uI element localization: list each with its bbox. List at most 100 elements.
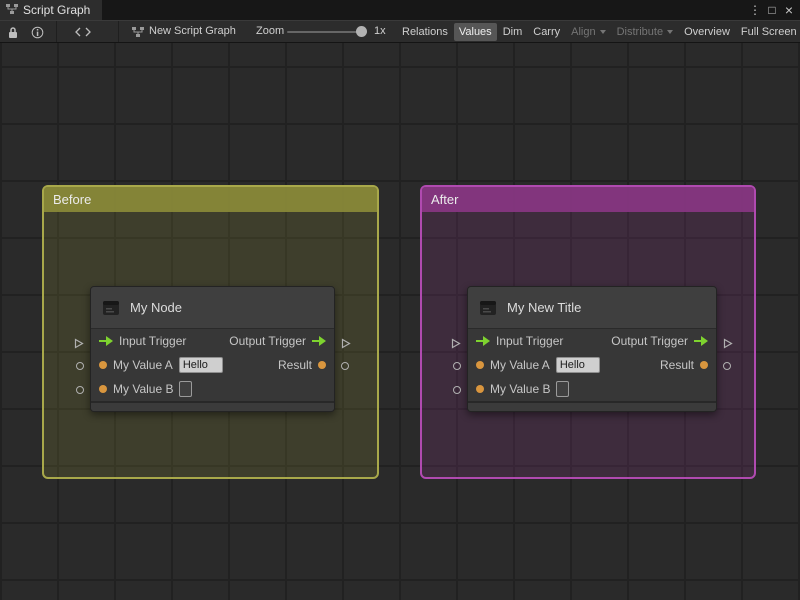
- value-a-port[interactable]: My Value A: [99, 357, 223, 373]
- node-header[interactable]: My New Title: [468, 287, 716, 329]
- value-b-input[interactable]: [179, 381, 193, 397]
- tab-bar: Script Graph ⋮ □ ×: [0, 0, 800, 20]
- result-port[interactable]: Result: [278, 358, 326, 372]
- value-port-icon: [700, 361, 708, 369]
- output-trigger-port[interactable]: Output Trigger: [611, 334, 708, 348]
- port-label: Result: [659, 358, 694, 372]
- value-row: My Value B: [91, 377, 334, 401]
- value-port-icon: [476, 361, 484, 369]
- port-label: Input Trigger: [119, 334, 187, 348]
- value-row: My Value B: [468, 377, 716, 401]
- graph-icon: [6, 3, 18, 18]
- maximize-icon[interactable]: □: [764, 1, 780, 19]
- port-label: My Value A: [490, 358, 550, 372]
- input-trigger-port[interactable]: Input Trigger: [99, 334, 186, 348]
- flow-arrow-icon: [694, 336, 708, 346]
- value-a-port[interactable]: My Value A: [476, 357, 600, 373]
- trigger-row: Input Trigger Output Trigger: [468, 329, 716, 353]
- node-body: Input Trigger Output Trigger My Value A …: [468, 329, 716, 401]
- node-footer: [468, 401, 716, 411]
- trigger-row: Input Trigger Output Trigger: [91, 329, 334, 353]
- value-row: My Value A Result: [91, 353, 334, 377]
- node-title: My Node: [130, 300, 183, 315]
- tab-script-graph[interactable]: Script Graph: [0, 0, 103, 20]
- value-a-ext-port[interactable]: [453, 362, 461, 370]
- overview-button[interactable]: Overview: [679, 23, 735, 41]
- graph-name-breadcrumb[interactable]: New Script Graph: [149, 21, 236, 42]
- value-b-ext-port[interactable]: [453, 386, 461, 394]
- zoom-slider-handle[interactable]: [356, 26, 367, 37]
- port-label: Input Trigger: [496, 334, 564, 348]
- group-after-header[interactable]: After: [422, 187, 754, 212]
- kebab-menu-icon[interactable]: ⋮: [747, 1, 763, 19]
- port-label: Output Trigger: [611, 334, 688, 348]
- value-row: My Value A Result: [468, 353, 716, 377]
- values-button[interactable]: Values: [453, 22, 497, 41]
- result-ext-port[interactable]: [341, 362, 349, 370]
- port-label: My Value B: [113, 382, 174, 396]
- align-label: Align: [571, 25, 596, 38]
- info-icon[interactable]: [29, 24, 45, 40]
- fullscreen-button[interactable]: Full Screen: [736, 23, 800, 41]
- value-port-icon: [99, 385, 107, 393]
- node-header[interactable]: My Node: [91, 287, 334, 329]
- script-graph-window: Script Graph ⋮ □ × New Script Graph Zoom…: [0, 0, 800, 600]
- value-b-ext-port[interactable]: [76, 386, 84, 394]
- value-port-icon: [99, 361, 107, 369]
- chevron-down-icon: [667, 30, 674, 37]
- value-a-input[interactable]: [555, 357, 600, 373]
- output-trigger-port[interactable]: Output Trigger: [229, 334, 326, 348]
- input-trigger-port[interactable]: Input Trigger: [476, 334, 563, 348]
- value-b-port[interactable]: My Value B: [99, 381, 193, 397]
- close-icon[interactable]: ×: [781, 1, 797, 19]
- group-before[interactable]: Before My Node Input Trigger Output Trig…: [42, 185, 379, 479]
- toolbar-divider: [56, 21, 57, 42]
- relations-button[interactable]: Relations: [397, 23, 453, 41]
- group-before-header[interactable]: Before: [44, 187, 377, 212]
- toolbar-buttons: Relations Values Dim Carry Align Distrib…: [397, 21, 800, 42]
- node-body: Input Trigger Output Trigger My Value A …: [91, 329, 334, 401]
- zoom-label: Zoom: [256, 25, 285, 37]
- zoom-slider[interactable]: [287, 31, 367, 33]
- group-after[interactable]: After My New Title Input Trigger Output …: [420, 185, 756, 479]
- window-controls: ⋮ □ ×: [747, 0, 800, 20]
- flow-arrow-icon: [312, 336, 326, 346]
- port-label: Result: [277, 358, 312, 372]
- unit-icon: [100, 297, 122, 319]
- value-port-icon: [476, 385, 484, 393]
- distribute-button: Distribute: [612, 23, 678, 41]
- port-label: My Value A: [113, 358, 173, 372]
- node-my-node[interactable]: My Node Input Trigger Output Trigger My …: [74, 286, 351, 412]
- chevron-down-icon: [599, 30, 606, 37]
- input-trigger-ext-port[interactable]: [451, 336, 461, 354]
- zoom-value: 1x: [374, 25, 386, 37]
- carry-button[interactable]: Carry: [528, 23, 565, 41]
- distribute-label: Distribute: [616, 25, 664, 38]
- result-ext-port[interactable]: [723, 362, 731, 370]
- lock-icon[interactable]: [5, 24, 21, 40]
- port-label: My Value B: [490, 382, 551, 396]
- unit-icon: [477, 297, 499, 319]
- port-label: Output Trigger: [229, 334, 306, 348]
- node-footer: [91, 401, 334, 411]
- graph-asset-icon: [131, 24, 145, 40]
- node-title: My New Title: [507, 300, 582, 315]
- group-title: Before: [53, 192, 92, 207]
- dim-button[interactable]: Dim: [498, 23, 528, 41]
- code-view-icon[interactable]: [72, 24, 94, 40]
- align-button: Align: [566, 23, 610, 41]
- value-a-input[interactable]: [178, 357, 223, 373]
- flow-arrow-icon: [476, 336, 490, 346]
- node-my-new-title[interactable]: My New Title Input Trigger Output Trigge…: [451, 286, 733, 412]
- value-port-icon: [318, 361, 326, 369]
- tab-title: Script Graph: [23, 3, 91, 17]
- input-trigger-ext-port[interactable]: [74, 336, 84, 354]
- output-trigger-ext-port[interactable]: [341, 336, 351, 354]
- value-b-port[interactable]: My Value B: [476, 381, 570, 397]
- output-trigger-ext-port[interactable]: [723, 336, 733, 354]
- value-a-ext-port[interactable]: [76, 362, 84, 370]
- toolbar-divider: [118, 21, 119, 42]
- result-port[interactable]: Result: [660, 358, 708, 372]
- value-b-input[interactable]: [556, 381, 570, 397]
- flow-arrow-icon: [99, 336, 113, 346]
